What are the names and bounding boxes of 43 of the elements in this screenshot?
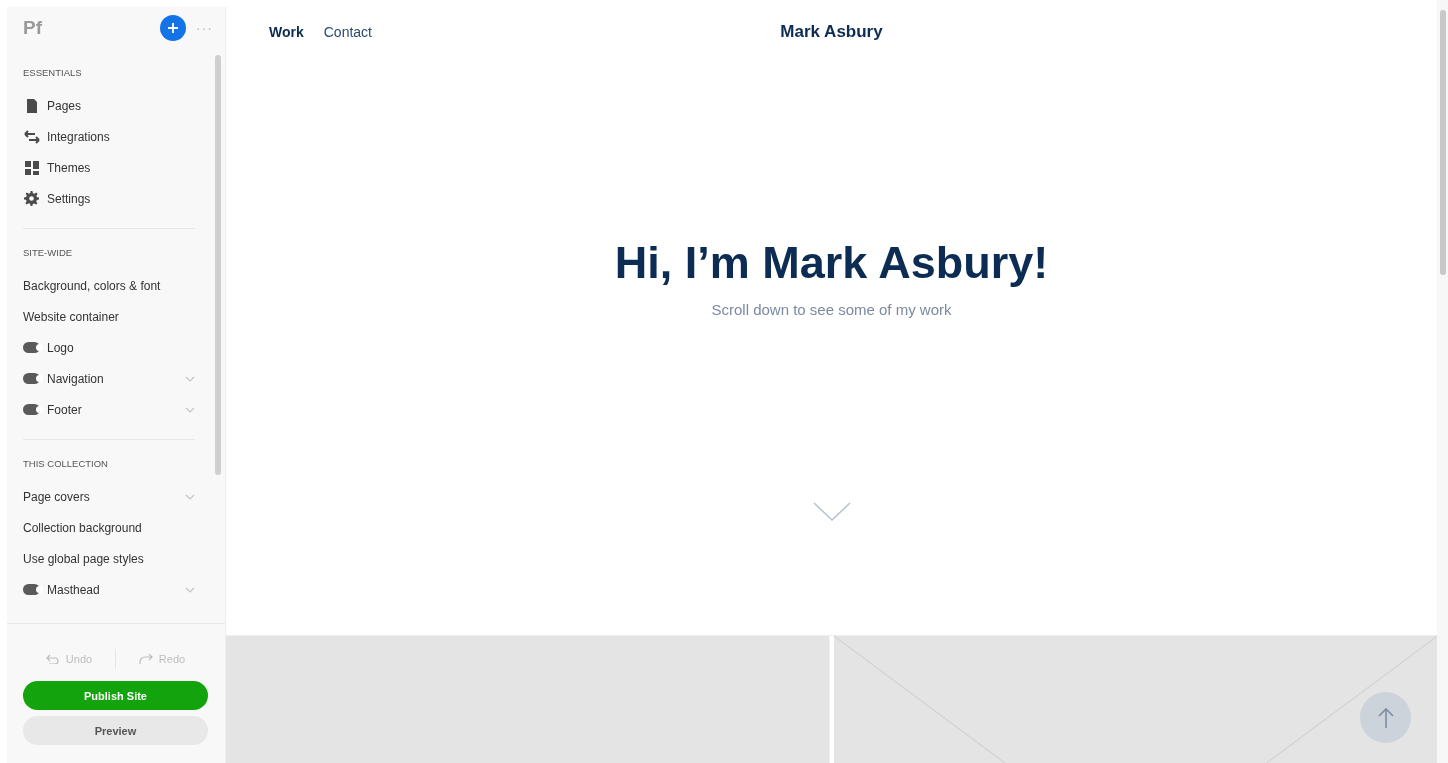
nav-link[interactable]: Work <box>269 23 304 40</box>
section-heading: THIS COLLECTION <box>23 458 109 471</box>
sidebar-item[interactable]: Website container <box>23 309 195 324</box>
layout-grid-icon <box>24 160 39 175</box>
toggle-switch[interactable] <box>23 373 40 384</box>
section-heading: ESSENTIALS <box>23 67 83 80</box>
sidebar-item[interactable]: Background, colors & font <box>23 278 195 293</box>
chevron-down-icon[interactable] <box>185 586 195 593</box>
add-button[interactable] <box>160 15 186 41</box>
sidebar-item[interactable]: Settings <box>47 191 195 206</box>
chevron-down-icon[interactable] <box>812 502 851 522</box>
sidebar-item[interactable]: Logo <box>47 340 195 355</box>
sidebar-item[interactable]: Collection background <box>23 520 195 535</box>
sidebar-item[interactable]: Footer <box>47 402 185 417</box>
app-logo: Pf <box>23 17 42 39</box>
toggle-switch[interactable] <box>23 584 40 595</box>
hero-subtitle: Scroll down to see some of my work <box>711 301 952 318</box>
sidebar-item[interactable]: Use global page styles <box>23 551 195 566</box>
plus-icon <box>167 22 179 34</box>
undo-icon <box>45 654 60 664</box>
section-heading: SITE-WIDE <box>23 247 74 260</box>
sidebar-item[interactable]: Page covers <box>23 489 185 504</box>
settings-icon <box>24 191 39 206</box>
chevron-down-icon[interactable] <box>185 375 195 382</box>
hero-title: Hi, I’m Mark Asbury! <box>614 236 1049 290</box>
sidebar-item[interactable]: Masthead <box>47 582 185 597</box>
site-title[interactable]: Mark Asbury <box>780 21 883 42</box>
scrollbar-thumb[interactable] <box>1439 10 1446 275</box>
toggle-switch[interactable] <box>23 404 40 415</box>
nav-link[interactable]: Contact <box>323 23 372 40</box>
sidebar-item[interactable]: Pages <box>47 98 195 113</box>
document-icon <box>24 98 39 113</box>
sidebar-item[interactable]: Themes <box>47 160 195 175</box>
sidebar-item[interactable]: Navigation <box>47 371 185 386</box>
preview-button[interactable]: Preview <box>23 716 208 745</box>
chevron-down-icon[interactable] <box>185 493 195 500</box>
arrow-up-icon <box>1377 706 1394 729</box>
scrollbar-thumb[interactable] <box>215 55 221 475</box>
toggle-switch[interactable] <box>23 342 40 353</box>
swap-arrows-icon <box>23 129 40 144</box>
redo-icon <box>138 654 153 664</box>
chevron-down-icon[interactable] <box>185 406 195 413</box>
sidebar-item[interactable]: Integrations <box>47 129 195 144</box>
